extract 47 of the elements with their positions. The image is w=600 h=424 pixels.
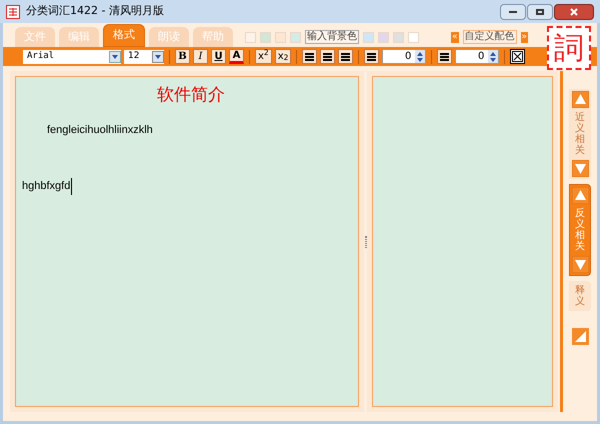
document-heading: 软件简介 xyxy=(156,84,226,107)
close-button[interactable] xyxy=(554,4,594,20)
up-arrow-icon[interactable] xyxy=(572,187,588,204)
clear-format-button[interactable] xyxy=(510,49,526,64)
dropdown-icon xyxy=(155,54,161,58)
logo: 詞 xyxy=(547,26,591,70)
down-arrow-icon[interactable] xyxy=(572,256,588,273)
up-arrow-icon[interactable] xyxy=(572,91,588,108)
custom-color-button[interactable]: 自定义配色 xyxy=(462,30,517,44)
bold-button[interactable]: B xyxy=(175,49,190,64)
input-background-button[interactable]: 输入背景色 xyxy=(305,30,359,44)
italic-button[interactable]: I xyxy=(193,49,208,64)
window-title: 分类词汇1422 - 清风明月版 xyxy=(26,3,164,20)
minimize-button[interactable] xyxy=(500,4,526,20)
spacing-spinner[interactable]: 0 xyxy=(455,49,500,64)
line-spacing-button[interactable] xyxy=(437,49,452,64)
color-swatch[interactable] xyxy=(393,32,404,42)
spin-down-icon xyxy=(490,58,496,62)
align-center-button[interactable] xyxy=(320,49,336,64)
editor-area[interactable]: 软件简介 fengleicihuolhliinxzklh hghbfxgfd xyxy=(15,76,359,407)
text-line: hghbfxgfd xyxy=(22,178,72,194)
subscript-button[interactable]: x$_{2}$ xyxy=(274,49,292,64)
color-swatch[interactable] xyxy=(408,32,419,42)
text-line: fengleicihuolhliinxzklh xyxy=(47,122,154,138)
indent-button[interactable] xyxy=(364,49,380,64)
underline-button[interactable]: U xyxy=(211,49,226,64)
dropdown-icon xyxy=(112,54,118,58)
down-arrow-icon[interactable] xyxy=(572,160,588,177)
font-color-button[interactable]: A xyxy=(229,49,244,64)
color-swatch[interactable] xyxy=(378,32,389,42)
color-swatch[interactable] xyxy=(290,32,301,42)
indent-spinner[interactable]: 0 xyxy=(382,49,426,64)
color-swatch[interactable] xyxy=(260,32,271,42)
size-select[interactable]: 12 xyxy=(124,50,164,64)
align-left-button[interactable] xyxy=(302,49,318,64)
color-swatch[interactable] xyxy=(363,32,374,42)
maximize-button[interactable] xyxy=(527,4,553,20)
spin-up-icon xyxy=(417,52,424,56)
close-icon xyxy=(570,8,578,16)
superscript-button[interactable]: x$^{2}$ xyxy=(255,49,272,64)
spin-up-icon xyxy=(490,52,496,56)
color-swatch[interactable] xyxy=(245,32,256,42)
font-select[interactable]: Arial xyxy=(23,50,121,64)
spin-down-icon xyxy=(417,58,424,62)
corner-icon[interactable] xyxy=(572,328,588,345)
app-icon xyxy=(6,4,20,18)
align-right-button[interactable] xyxy=(338,49,354,64)
